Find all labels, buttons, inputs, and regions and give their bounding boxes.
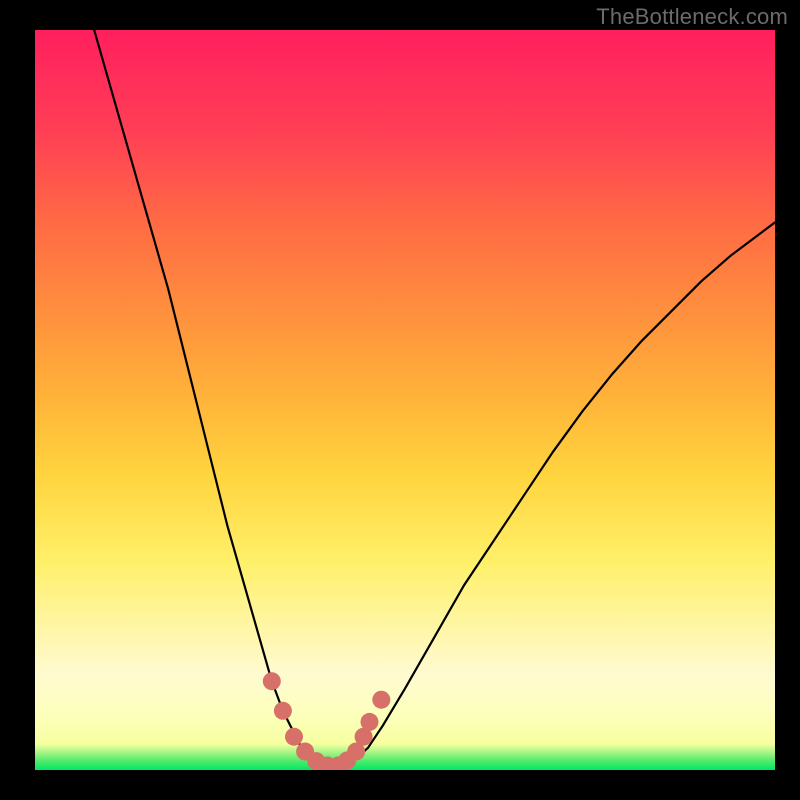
curve-layer bbox=[35, 30, 775, 770]
plot-area bbox=[35, 30, 775, 770]
curve-marker bbox=[360, 713, 378, 731]
watermark-text: TheBottleneck.com bbox=[596, 4, 788, 30]
chart-frame: TheBottleneck.com bbox=[0, 0, 800, 800]
curve-markers bbox=[263, 672, 391, 770]
curve-marker bbox=[372, 691, 390, 709]
bottleneck-curve bbox=[94, 30, 775, 766]
curve-marker bbox=[263, 672, 281, 690]
curve-marker bbox=[274, 702, 292, 720]
curve-marker bbox=[285, 728, 303, 746]
